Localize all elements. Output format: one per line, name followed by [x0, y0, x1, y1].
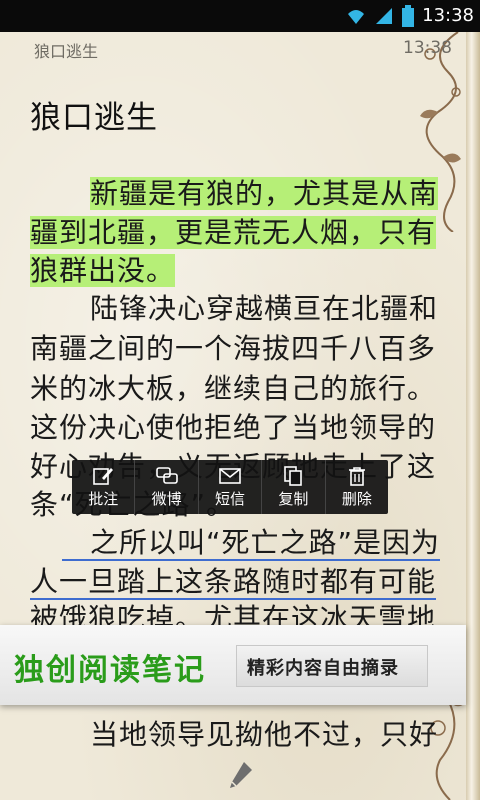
chat-icon	[155, 466, 178, 484]
text-line[interactable]: 新疆是有狼的，尤其是从南	[90, 175, 439, 213]
text-line[interactable]: 疆到北疆，更是荒无人烟，只有	[30, 214, 437, 252]
sms-button[interactable]: 短信	[199, 460, 263, 514]
status-time: 13:38	[422, 5, 474, 26]
text-line[interactable]: 人一旦踏上这条路随时都有可能	[30, 563, 437, 601]
weibo-button[interactable]: 微博	[135, 460, 199, 514]
highlighted-text[interactable]: 狼群出没。	[30, 254, 176, 287]
text-line[interactable]: 之所以叫“死亡之路”是因为	[62, 524, 441, 562]
annotate-label: 批注	[88, 489, 119, 508]
text-line[interactable]: 当地领导见拗他不过，只好	[90, 716, 438, 754]
underlined-text[interactable]: 人一旦踏上这条路随时都有可能	[30, 565, 437, 600]
signal-icon	[376, 8, 393, 24]
banner-title: 独创阅读笔记	[14, 653, 206, 688]
copy-button[interactable]: 复制	[262, 460, 326, 514]
underlined-text[interactable]: 之所以叫“死亡之路”是因为	[62, 526, 441, 561]
banner-subtitle: 精彩内容自由摘录	[247, 658, 399, 679]
sms-label: 短信	[215, 489, 246, 508]
copy-icon	[284, 465, 303, 486]
status-icons: 13:38	[346, 5, 474, 27]
text-line[interactable]: 陆锋决心穿越横亘在北疆和	[90, 290, 438, 328]
delete-label: 删除	[341, 489, 372, 508]
highlighted-text[interactable]: 疆到北疆，更是荒无人烟，只有	[30, 216, 437, 249]
delete-button[interactable]: 删除	[326, 460, 388, 514]
feature-banner: 独创阅读笔记 精彩内容自由摘录	[0, 625, 466, 705]
wifi-icon	[348, 10, 365, 24]
chapter-title: 狼口逃生	[30, 100, 158, 136]
banner-subtitle-box: 精彩内容自由摘录	[236, 645, 428, 687]
pen-icon[interactable]	[226, 760, 254, 792]
page-edge	[466, 32, 480, 800]
header-time: 13:38	[403, 38, 452, 58]
mail-icon	[219, 467, 241, 484]
text-line[interactable]: 这份决心使他拒绝了当地领导的	[30, 409, 436, 447]
highlighted-text[interactable]: 新疆是有狼的，尤其是从南	[90, 177, 439, 210]
battery-icon	[402, 5, 415, 27]
annotation-popup-menu: 批注 微博 短信 复制 删除	[72, 460, 388, 514]
text-line[interactable]: 米的冰大板，继续自己的旅行。	[30, 370, 436, 408]
status-bar: 13:38	[0, 0, 480, 32]
annotate-button[interactable]: 批注	[72, 460, 136, 514]
trash-icon	[348, 466, 365, 486]
text-line[interactable]: 狼群出没。	[30, 252, 176, 290]
weibo-label: 微博	[151, 489, 182, 508]
copy-label: 复制	[278, 489, 309, 508]
text-line[interactable]: 南疆之间的一个海拔四千八百多	[30, 330, 436, 368]
edit-icon	[93, 467, 114, 485]
header-book-title: 狼口逃生	[34, 42, 99, 61]
